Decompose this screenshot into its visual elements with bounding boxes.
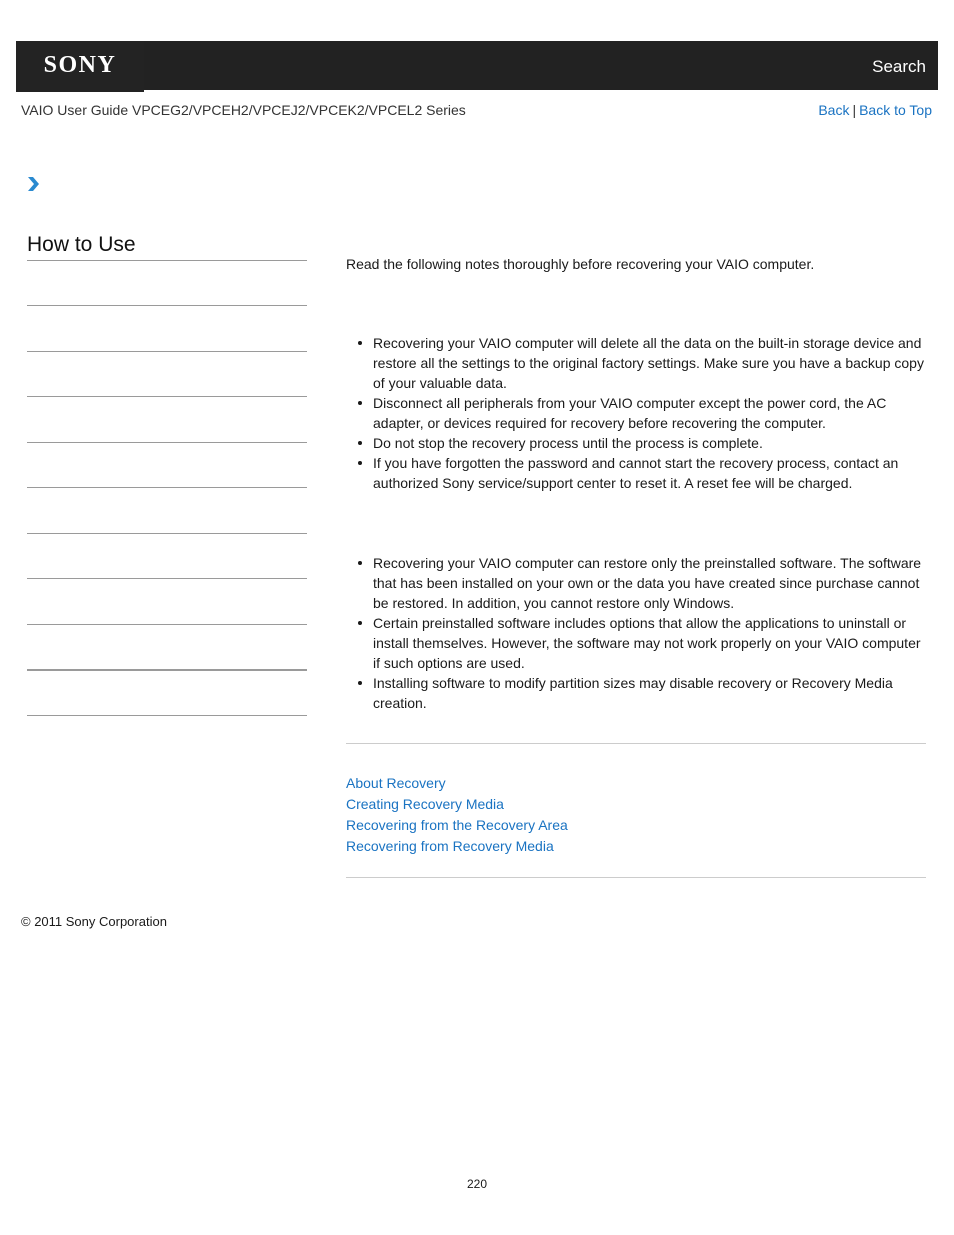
note-item: Installing software to modify partition … [358,673,928,713]
note-item: Recovering your VAIO computer can restor… [358,553,928,613]
sidebar-title: How to Use [27,233,136,256]
sidebar-item[interactable] [27,578,307,579]
intro-text: Read the following notes thoroughly befo… [346,256,815,272]
sidebar-divider [27,260,307,261]
note-item: Recovering your VAIO computer will delet… [358,333,928,393]
notes-list-2: Recovering your VAIO computer can restor… [346,553,928,713]
sidebar-item[interactable] [27,487,307,488]
notes-list-1: Recovering your VAIO computer will delet… [346,333,928,493]
header-bar: SONY Search [16,41,938,92]
note-item: If you have forgotten the password and c… [358,453,928,493]
sidebar-item[interactable] [27,396,307,397]
related-link-about-recovery[interactable]: About Recovery [346,773,568,794]
sidebar-item[interactable] [27,351,307,352]
nav-separator: | [852,102,857,118]
section-divider [346,743,926,744]
back-link[interactable]: Back [818,102,849,118]
sidebar-item[interactable] [27,533,307,534]
chevron-right-icon[interactable] [26,176,40,192]
sidebar-item[interactable] [27,715,307,716]
back-to-top-link[interactable]: Back to Top [859,102,932,118]
guide-title: VAIO User Guide VPCEG2/VPCEH2/VPCEJ2/VPC… [21,102,466,118]
top-nav-links: Back | Back to Top [818,102,932,118]
related-link-creating-recovery-media[interactable]: Creating Recovery Media [346,794,568,815]
page-number: 220 [466,1177,488,1191]
related-links: About Recovery Creating Recovery Media R… [346,773,568,857]
copyright: © 2011 Sony Corporation [21,914,167,929]
note-item: Disconnect all peripherals from your VAI… [358,393,928,433]
sony-logo[interactable]: SONY [16,41,144,92]
sidebar-item[interactable] [27,305,307,306]
related-link-recovering-from-recovery-area[interactable]: Recovering from the Recovery Area [346,815,568,836]
section-divider [346,877,926,878]
related-link-recovering-from-recovery-media[interactable]: Recovering from Recovery Media [346,836,568,857]
sidebar-item[interactable] [27,669,307,671]
logo-text: SONY [43,52,117,78]
search-link[interactable]: Search [872,57,926,77]
sidebar-item[interactable] [27,624,307,625]
note-item: Certain preinstalled software includes o… [358,613,928,673]
note-item: Do not stop the recovery process until t… [358,433,928,453]
sidebar-item[interactable] [27,442,307,443]
